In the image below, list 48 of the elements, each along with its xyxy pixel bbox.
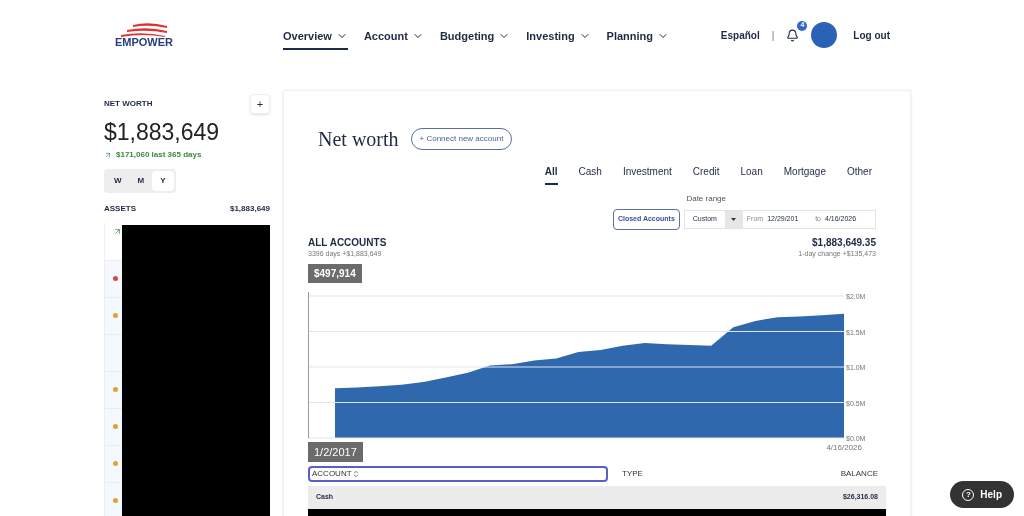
start-date-label: 1/2/2017 (308, 441, 363, 462)
assets-label: ASSETS (104, 202, 136, 215)
assets-value: $1,883,649 (229, 202, 270, 215)
account-row[interactable] (105, 371, 122, 409)
logo-text: EMPOWER (114, 36, 174, 48)
account-sort-header[interactable]: ACCOUNT (308, 466, 608, 482)
avatar[interactable] (811, 22, 838, 48)
page-title: Net worth (318, 127, 399, 152)
column-header: TYPE (622, 468, 643, 480)
column-header: BALANCE (840, 468, 878, 480)
trend-up-icon (113, 226, 122, 236)
logout-button[interactable]: Log out (853, 27, 890, 43)
value-tooltip: $497,914 (308, 263, 362, 283)
bell-icon[interactable] (786, 28, 800, 42)
category-tab[interactable]: Other (847, 164, 872, 185)
period-toggle[interactable]: W (106, 170, 130, 191)
date-range-label: Date range (686, 193, 726, 205)
trend-up-icon (104, 150, 112, 159)
account-row[interactable] (105, 297, 122, 335)
account-row[interactable] (105, 445, 122, 483)
period-toggle[interactable]: M (129, 170, 153, 191)
net-worth-value: $1,883,649 (104, 118, 221, 147)
category-tab[interactable]: Mortgage (783, 164, 826, 185)
nav-menu[interactable]: Investing (526, 23, 591, 51)
help-button[interactable]: ? Help (950, 481, 1014, 508)
language-link[interactable]: Español (720, 27, 760, 43)
account-row[interactable] (105, 408, 122, 446)
nav-menu[interactable]: Planning (606, 23, 670, 51)
change-text: $171,060 last 365 days (116, 148, 202, 161)
account-row[interactable] (105, 260, 122, 298)
sort-icon (351, 470, 360, 478)
period-toggle[interactable]: Y (152, 170, 174, 191)
category-tab[interactable]: Investment (622, 164, 672, 185)
nav-menu[interactable]: Overview (283, 23, 348, 51)
category-tab[interactable]: Loan (740, 164, 763, 185)
separator: | (771, 28, 775, 43)
nav-menu[interactable]: Budgeting (439, 23, 511, 51)
account-row[interactable] (105, 482, 122, 516)
section-title: NET WORTH (104, 98, 153, 110)
summary-title: ALL ACCOUNTS (308, 236, 387, 249)
end-date-label: 4/16/2026 (826, 441, 862, 454)
nav-menu[interactable]: Account (363, 23, 424, 51)
flag-logo-icon (119, 22, 169, 37)
category-tab[interactable]: All (544, 164, 558, 185)
category-tab[interactable]: Credit (692, 164, 720, 185)
add-button[interactable]: + (250, 94, 270, 114)
total-value: $1,883,649.35 (812, 236, 876, 249)
category-tab[interactable]: Cash (578, 164, 602, 185)
